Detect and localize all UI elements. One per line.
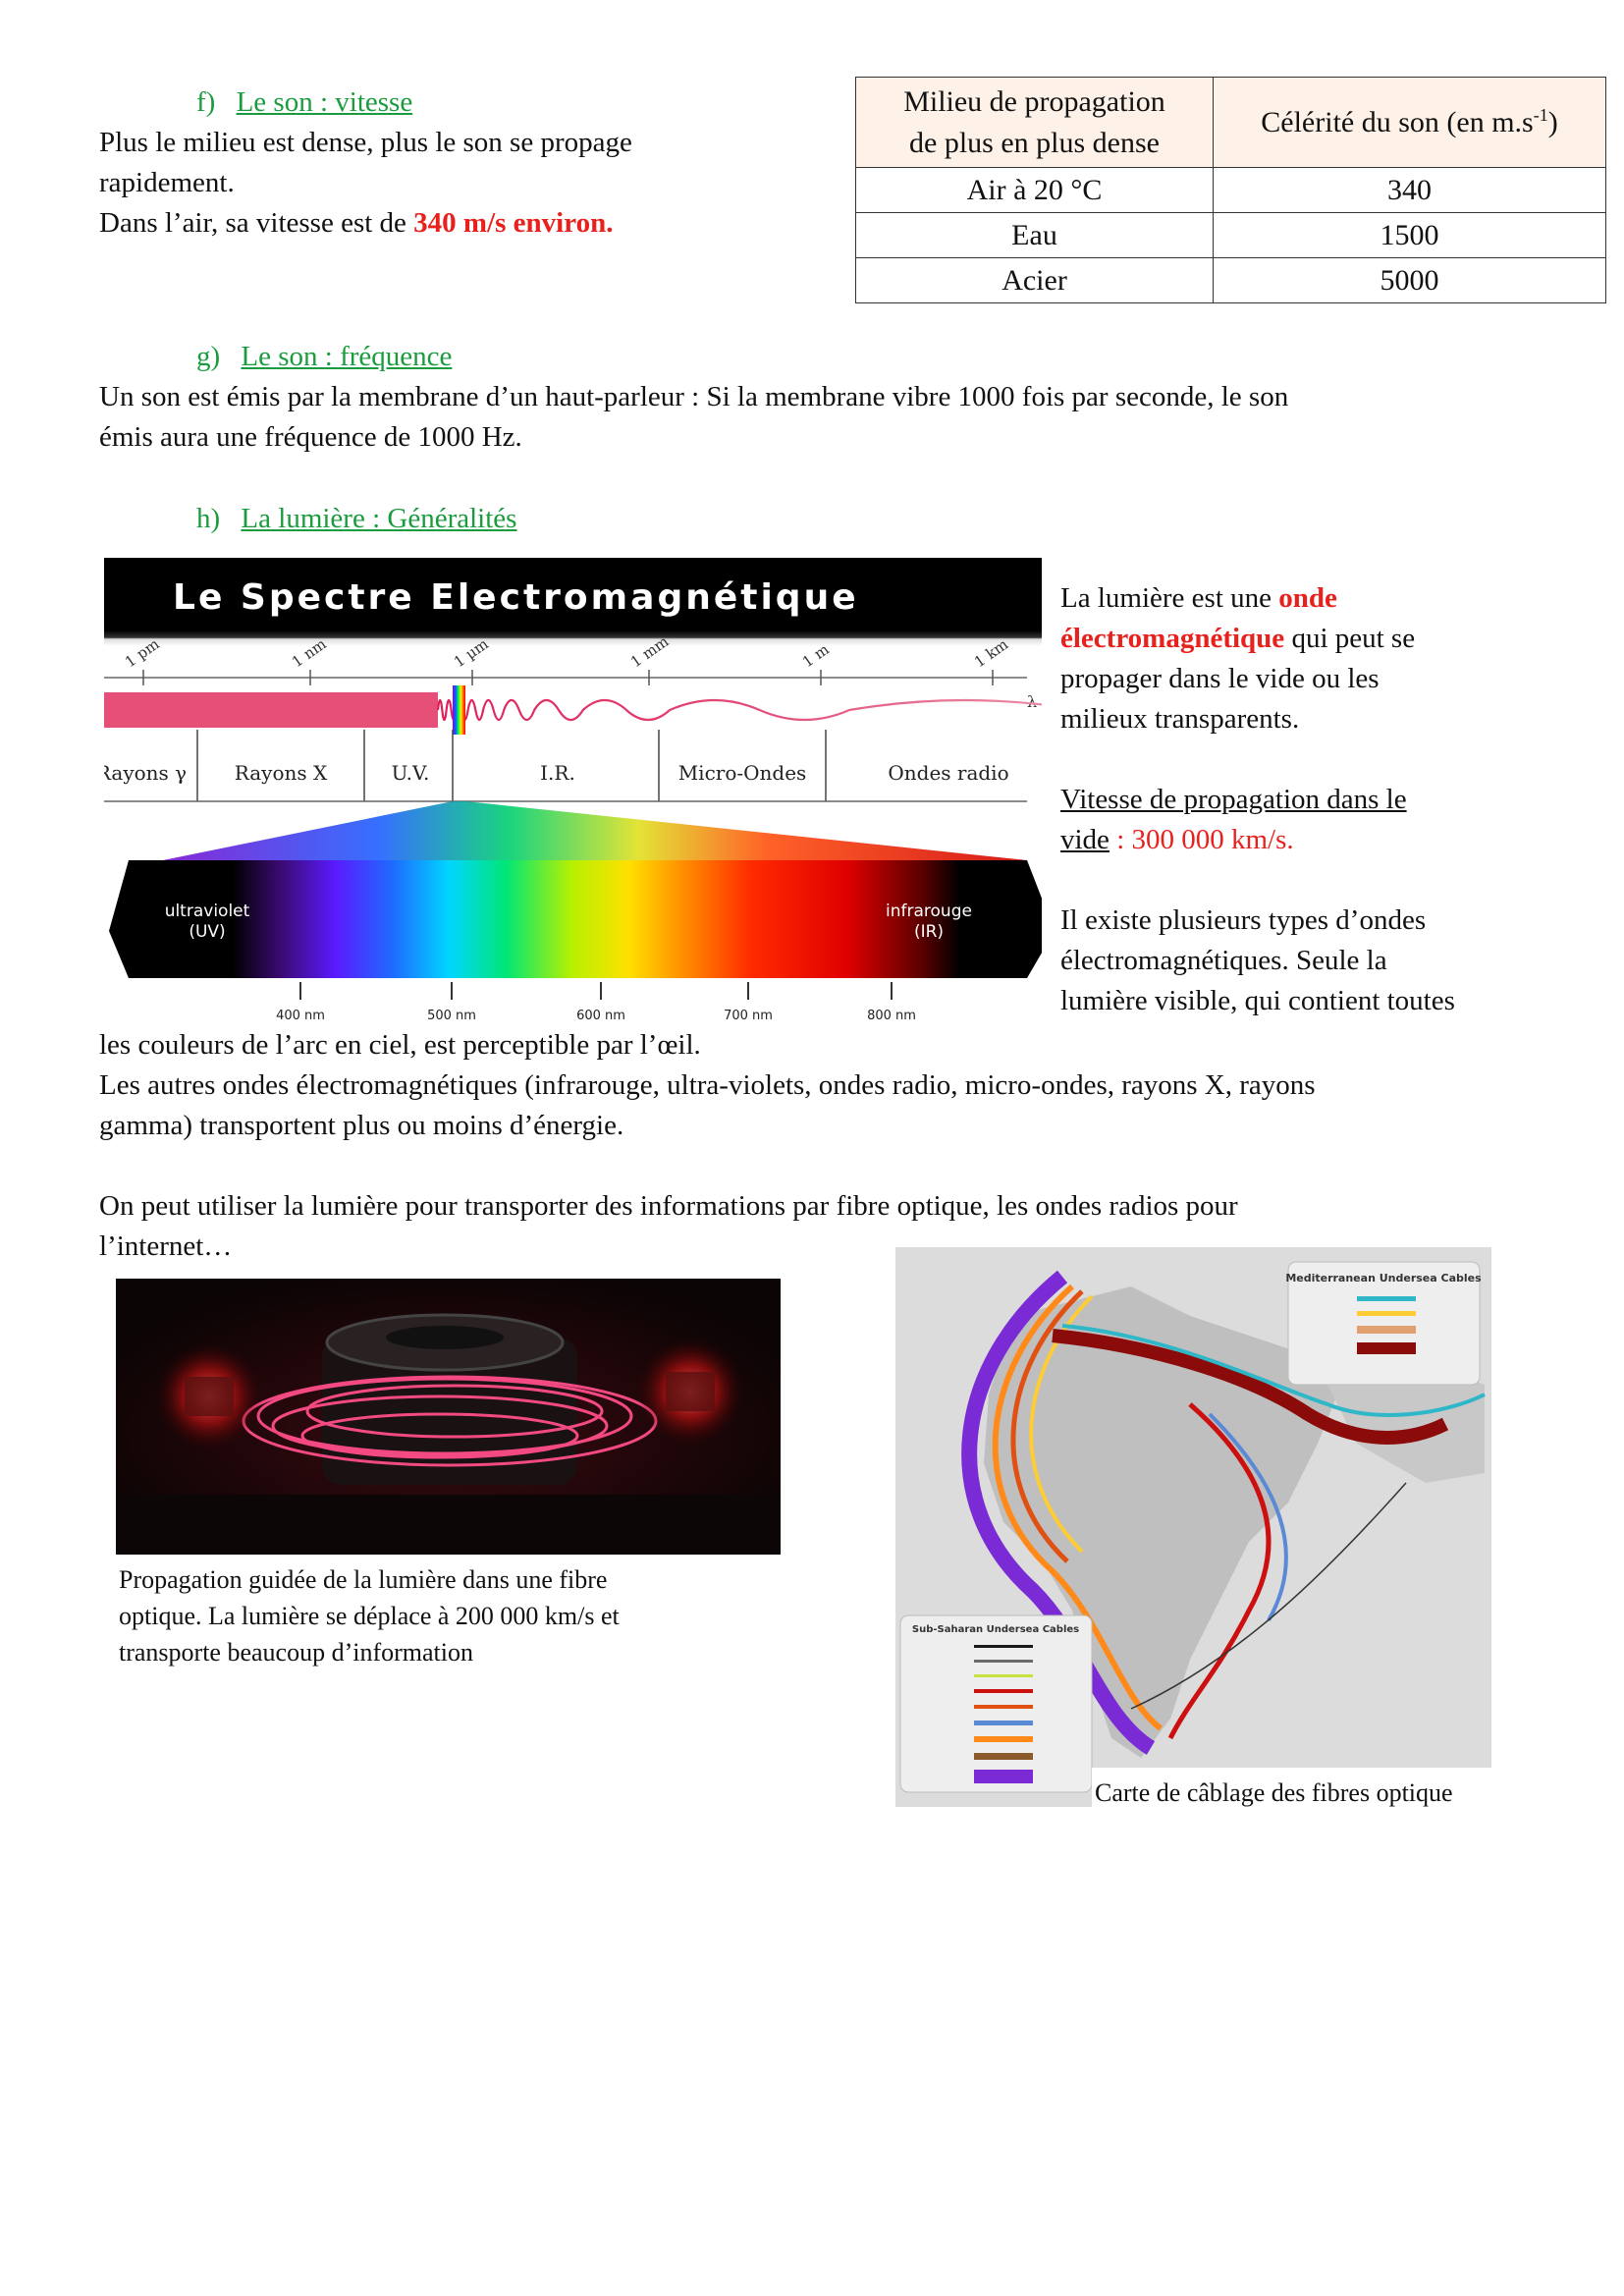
sound-speed-table: Milieu de propagation de plus en plus de… [855, 77, 1606, 303]
section-f-line2: rapidement. [99, 167, 235, 198]
ir-label-line1: infrarouge [886, 902, 972, 921]
table-cell-speed: 1500 [1213, 212, 1606, 258]
band-label: I.R. [540, 761, 575, 785]
gamma-x-wave-band [104, 692, 438, 728]
section-h-heading: h) La lumière : Généralités [196, 499, 516, 539]
table-cell-speed: 5000 [1213, 257, 1606, 303]
section-f-heading: f) Le son : vitesse [196, 82, 412, 123]
section-g-line1: Un son est émis par la membrane d’un hau… [99, 381, 1289, 412]
table-header-speed-sup: -1 [1533, 105, 1548, 125]
table-cell-medium: Acier [855, 257, 1214, 303]
undersea-cable-map: Mediterranean Undersea Cables Sub-Sahara… [895, 1247, 1491, 1807]
lambda-symbol: λ [1027, 692, 1037, 711]
table-header-medium-line2: de plus en plus dense [909, 126, 1160, 159]
ir-label-line2: (IR) [914, 922, 944, 942]
nm-label: 600 nm [576, 1009, 625, 1023]
spectrum-title: Le Spectre Electromagnétique [173, 577, 859, 618]
table-row: Acier 5000 [855, 257, 1606, 303]
table-header-medium-line1: Milieu de propagation [903, 84, 1165, 118]
light-p4: On peut utiliser la lumière pour transpo… [99, 1190, 1238, 1222]
fiber-caption-line1: Propagation guidée de la lumière dans un… [119, 1565, 608, 1594]
nm-label: 800 nm [867, 1009, 916, 1023]
light-p1: les couleurs de l’arc en ciel, est perce… [99, 1029, 701, 1061]
fiber-caption-line2: optique. La lumière se déplace à 200 000… [119, 1602, 620, 1630]
light-r2-suffix: qui peut se [1284, 623, 1416, 654]
light-r6-ul: vide [1060, 824, 1110, 855]
light-r6: vide : 300 000 km/s. [1060, 820, 1294, 860]
section-g-line2: émis aura une fréquence de 1000 Hz. [99, 421, 522, 453]
nm-label: 500 nm [427, 1009, 476, 1023]
table-cell-medium: Air à 20 °C [855, 167, 1214, 213]
table-header-speed: Célérité du son (en m.s-1) [1213, 77, 1606, 168]
light-r7: Il existe plusieurs types d’ondes [1060, 904, 1427, 936]
light-r1-red: onde [1278, 582, 1337, 614]
band-label: Rayons X [235, 761, 328, 785]
light-r2-red: électromagnétique [1060, 623, 1285, 654]
section-g-heading: g) Le son : fréquence [196, 337, 452, 377]
spectrum-bands: Rayons γ Rayons X U.V. I.R. Micro-Ondes Ondes… [104, 730, 1009, 801]
light-p3: gamma) transportent plus ou moins d’éner… [99, 1110, 624, 1141]
spectrum-fan [163, 801, 1027, 860]
section-f-marker: f) [196, 86, 216, 118]
map-caption: Carte de câblage des fibres optique [1095, 1778, 1453, 1807]
section-g-title: Le son : fréquence [241, 341, 453, 372]
fiber-caption-line3: transporte beaucoup d’information [119, 1638, 473, 1667]
spectrum-figure: Le Spectre Electromagnétique 1 pm 1 nm 1 µ… [104, 558, 1042, 1027]
fiber-optic-photo [116, 1279, 781, 1555]
section-f-line3: Dans l’air, sa vitesse est de 340 m/s en… [99, 203, 613, 244]
light-r5: Vitesse de propagation dans le [1060, 784, 1407, 815]
band-label: Rayons γ [104, 761, 187, 785]
table-cell-medium: Eau [855, 212, 1214, 258]
section-g-marker: g) [196, 341, 221, 372]
section-h-title: La lumière : Généralités [241, 503, 517, 534]
table-header-medium: Milieu de propagation de plus en plus de… [855, 77, 1214, 168]
section-f-line1: Plus le milieu est dense, plus le son se… [99, 127, 632, 158]
map-med-legend-title: Mediterranean Undersea Cables [1285, 1272, 1482, 1285]
section-h-marker: h) [196, 503, 221, 534]
band-label: Ondes radio [888, 761, 1008, 785]
table-header-speed-end: ) [1547, 106, 1558, 138]
light-r2: électromagnétique qui peut se [1060, 619, 1415, 659]
uv-label-line1: ultraviolet [165, 902, 250, 921]
spectrum-svg: Le Spectre Electromagnétique 1 pm 1 nm 1 µ… [104, 558, 1042, 1023]
nm-label: 700 nm [724, 1009, 773, 1023]
table-row: Eau 1500 [855, 212, 1606, 258]
light-r1-prefix: La lumière est une [1060, 582, 1279, 614]
light-p5: l’internet… [99, 1230, 233, 1262]
section-f-line3-prefix: Dans l’air, sa vitesse est de [99, 207, 414, 239]
band-label: U.V. [392, 761, 430, 785]
light-r9: lumière visible, qui contient toutes [1060, 985, 1455, 1016]
table-row: Air à 20 °C 340 [855, 167, 1606, 213]
light-p2: Les autres ondes électromagnétiques (inf… [99, 1069, 1316, 1101]
light-r4: milieux transparents. [1060, 703, 1300, 735]
spectrum-wave [436, 698, 1042, 722]
table-cell-speed: 340 [1213, 167, 1606, 213]
map-ssa-legend-title: Sub-Saharan Undersea Cables [912, 1624, 1079, 1635]
band-label: Micro-Ondes [678, 761, 807, 785]
visible-band [453, 685, 465, 735]
sound-speed-highlight: 340 m/s environ. [413, 207, 614, 239]
light-r3: propager dans le vide ou les [1060, 663, 1380, 694]
light-speed-value: : 300 000 km/s. [1109, 824, 1294, 855]
nm-label: 400 nm [276, 1009, 325, 1023]
nm-scale: 400 nm 500 nm 600 nm 700 nm 800 nm [276, 982, 916, 1023]
table-header-speed-text: Célérité du son (en m.s [1261, 106, 1534, 138]
light-r8: électromagnétiques. Seule la [1060, 945, 1387, 976]
light-r1: La lumière est une onde [1060, 578, 1337, 619]
uv-label-line2: (UV) [189, 922, 225, 942]
table-header-row: Milieu de propagation de plus en plus de… [855, 77, 1606, 168]
section-f-title: Le son : vitesse [236, 86, 413, 118]
